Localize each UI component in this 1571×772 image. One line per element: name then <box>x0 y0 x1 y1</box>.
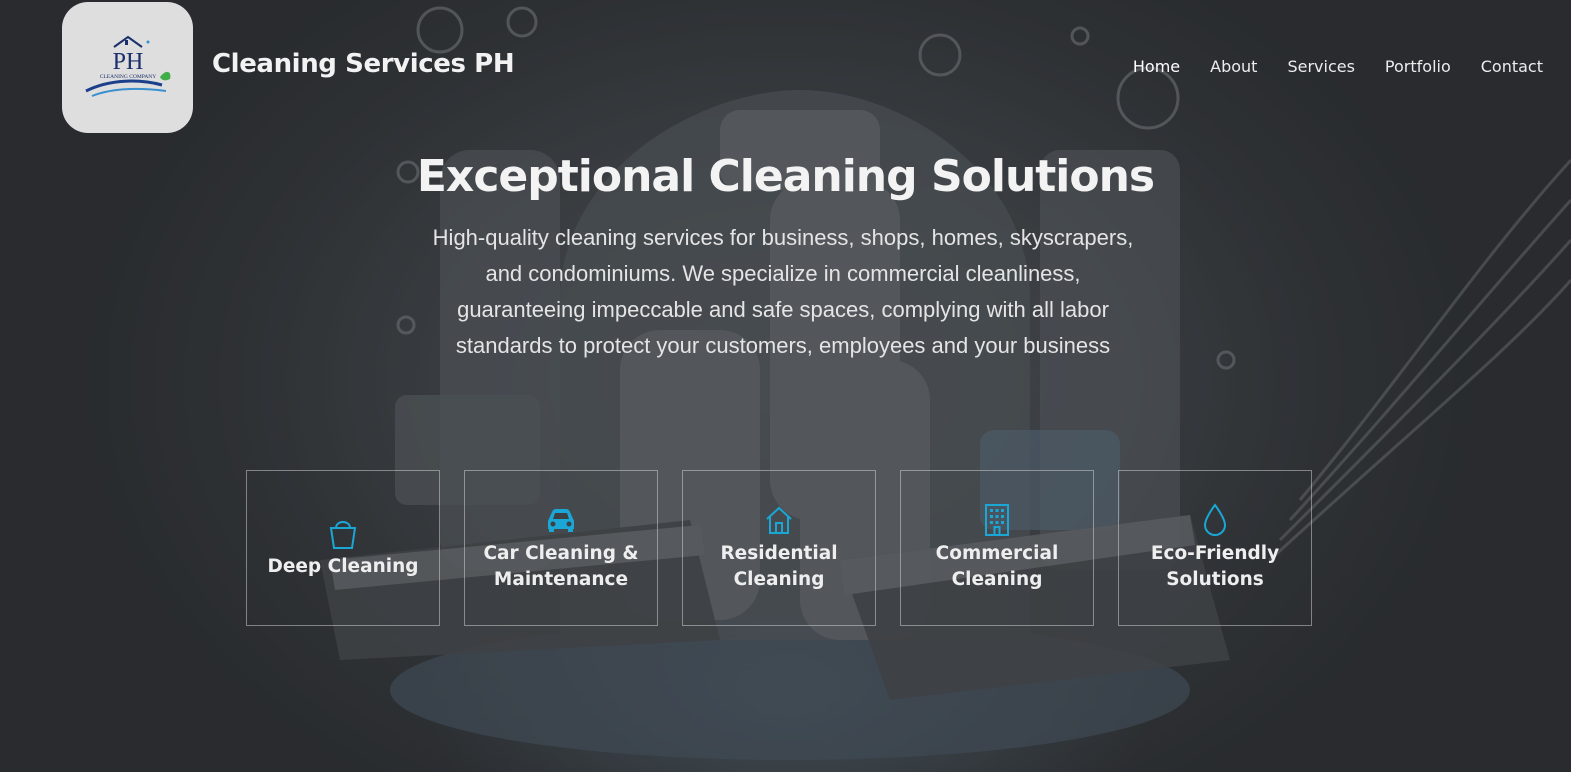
nav-link-contact[interactable]: Contact <box>1481 57 1543 76</box>
water-drop-icon <box>1202 503 1228 537</box>
service-card-eco-friendly[interactable]: Eco-Friendly Solutions <box>1118 470 1312 626</box>
service-label: Deep Cleaning <box>267 556 419 577</box>
bucket-icon <box>328 516 358 550</box>
house-icon <box>764 503 794 537</box>
nav-link-home[interactable]: Home <box>1133 57 1180 76</box>
building-icon <box>984 503 1010 537</box>
service-label: Commercial Cleaning <box>935 543 1059 590</box>
service-card-car-cleaning[interactable]: Car Cleaning & Maintenance <box>464 470 658 626</box>
logo-subtext: CLEANING COMPANY <box>99 74 156 80</box>
hero-description: High-quality cleaning services for busin… <box>432 225 1134 358</box>
hero-title: Exceptional Cleaning Solutions <box>416 151 1155 202</box>
service-card-residential-cleaning[interactable]: Residential Cleaning <box>682 470 876 626</box>
hero-section: PH CLEANING COMPANY Cleaning Services PH… <box>0 0 1571 772</box>
service-card-commercial-cleaning[interactable]: Commercial Cleaning <box>900 470 1094 626</box>
hero-overlay <box>0 0 1571 772</box>
car-icon <box>544 503 578 537</box>
brand-name[interactable]: Cleaning Services PH <box>212 49 515 79</box>
logo-mark: PH CLEANING COMPANY <box>84 35 170 97</box>
service-cards: Deep Cleaning Car Cleaning & Maintenance <box>246 470 1312 626</box>
service-card-deep-cleaning[interactable]: Deep Cleaning <box>246 470 440 626</box>
nav-link-services[interactable]: Services <box>1287 57 1354 76</box>
logo[interactable]: PH CLEANING COMPANY <box>62 2 193 133</box>
service-label: Car Cleaning & Maintenance <box>483 543 639 590</box>
logo-text: PH <box>112 49 143 75</box>
main-nav: Home About Services Portfolio Contact <box>1133 57 1543 76</box>
nav-link-portfolio[interactable]: Portfolio <box>1385 57 1451 76</box>
service-label: Eco-Friendly Solutions <box>1150 543 1280 590</box>
service-label: Residential Cleaning <box>720 543 838 590</box>
nav-link-about[interactable]: About <box>1210 57 1257 76</box>
